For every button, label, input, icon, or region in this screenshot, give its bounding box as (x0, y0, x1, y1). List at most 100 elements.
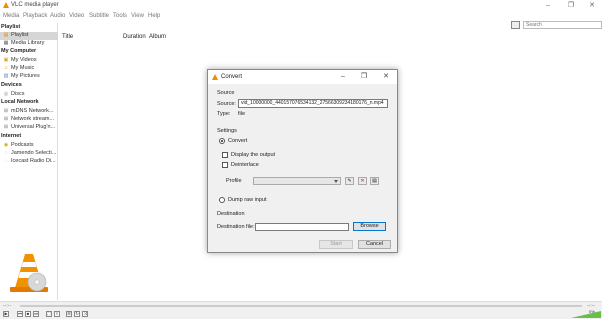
extended-settings-icon[interactable]: ≡ (54, 311, 60, 317)
loop-icon[interactable]: ↻ (74, 311, 80, 317)
menu-help[interactable]: Help (148, 13, 160, 19)
column-title[interactable]: Title (62, 34, 73, 40)
sidebar-item-my-pictures[interactable]: ▨ My Pictures (0, 73, 58, 81)
menu-audio[interactable]: Audio (50, 13, 65, 19)
source-field[interactable]: vid_10000000_440157076534132_27566309234… (238, 99, 388, 108)
next-icon[interactable]: ⏭ (33, 311, 39, 317)
search-input[interactable] (523, 21, 602, 29)
search-icon[interactable] (511, 21, 520, 29)
sidebar-item-discs[interactable]: ◎ Discs (0, 91, 58, 99)
start-button[interactable]: Start (319, 240, 353, 249)
convert-dialog: Convert – ❐ ✕ Source Source: vid_1000000… (207, 69, 398, 253)
new-profile-icon[interactable]: ▤ (370, 177, 379, 185)
fullscreen-icon[interactable]: ⛶ (46, 311, 52, 317)
sidebar-item-podcasts[interactable]: ◉ Podcasts (0, 142, 58, 150)
sidebar-item-label: Universal Plug'n... (11, 124, 56, 130)
sidebar-item-media-library[interactable]: ▦ Media Library (0, 40, 58, 48)
deinterlace-label: Deinterlace (231, 162, 259, 168)
sidebar-item-my-videos[interactable]: ▣ My Videos (0, 57, 58, 65)
sidebar-item-label: Podcasts (11, 142, 34, 148)
browse-button[interactable]: Browse (353, 222, 386, 231)
sidebar-item-label: My Videos (11, 57, 37, 63)
title-bar: VLC media player – ❐ ✕ (0, 0, 602, 11)
edit-profile-icon[interactable]: ✎ (345, 177, 354, 185)
convert-radio[interactable] (219, 138, 225, 144)
stop-icon[interactable]: ■ (25, 311, 31, 317)
dump-raw-radio[interactable] (219, 197, 225, 203)
sidebar-item-network-stream[interactable]: ⊞ Network stream... (0, 116, 58, 124)
sidebar-item-label: My Pictures (11, 73, 40, 79)
profile-label: Profile (226, 178, 242, 184)
settings-heading: Settings (217, 128, 237, 134)
vlc-cone-icon (212, 74, 218, 80)
window-title: VLC media player (11, 2, 59, 8)
seek-bar-area: --:-- --:-- (0, 301, 602, 309)
profile-select[interactable] (253, 177, 341, 185)
dump-raw-label: Dump raw input (228, 197, 267, 203)
vlc-cone-art (10, 254, 48, 292)
sidebar-heading-internet: Internet (1, 133, 22, 139)
convert-radio-label: Convert (228, 138, 248, 144)
volume-slider[interactable] (571, 311, 601, 318)
type-value: file (238, 111, 246, 117)
deinterlace-checkbox[interactable] (222, 162, 228, 168)
menu-tools[interactable]: Tools (113, 13, 127, 19)
sidebar-item-mdns[interactable]: ⊞ mDNS Network... (0, 108, 58, 116)
column-album[interactable]: Album (149, 34, 166, 40)
menu-subtitle[interactable]: Subtitle (89, 13, 109, 19)
chevron-down-icon (334, 180, 338, 183)
previous-icon[interactable]: ⏮ (17, 311, 23, 317)
seek-slider[interactable] (20, 305, 582, 307)
radio-icon: ◌ (4, 158, 8, 164)
minimize-button[interactable]: – (543, 1, 553, 10)
dialog-title: Convert (221, 74, 243, 80)
library-icon: ▦ (3, 40, 9, 46)
destination-heading: Destination (217, 211, 245, 217)
display-output-checkbox[interactable] (222, 152, 228, 158)
network-icon: ⊞ (3, 108, 9, 114)
podcast-icon: ◉ (3, 142, 9, 148)
sidebar-heading-my-computer: My Computer (1, 48, 37, 54)
column-duration[interactable]: Duration (123, 34, 146, 40)
display-output-label: Display the output (231, 152, 276, 158)
dialog-minimize-button[interactable]: – (338, 72, 348, 82)
dialog-close-button[interactable]: ✕ (381, 72, 391, 82)
sidebar-item-label: Network stream... (11, 116, 55, 122)
menu-media[interactable]: Media (3, 13, 19, 19)
shuffle-icon[interactable]: ⤨ (82, 311, 88, 317)
sidebar-item-label: mDNS Network... (11, 108, 54, 114)
sidebar-item-my-music[interactable]: ♫ My Music (0, 65, 58, 73)
music-icon: ♫ (4, 65, 8, 71)
volume-label: 0% (589, 309, 595, 314)
destination-input[interactable] (255, 223, 349, 231)
play-icon[interactable]: ▶ (3, 311, 9, 317)
maximize-button[interactable]: ❐ (566, 1, 576, 10)
radio-icon: ◌ (4, 150, 8, 156)
dialog-maximize-button[interactable]: ❐ (359, 72, 369, 82)
menu-view[interactable]: View (131, 13, 144, 19)
source-heading: Source (217, 90, 235, 96)
sidebar-item-label: Playlist (11, 32, 29, 38)
sidebar-item-playlist[interactable]: ▤ Playlist (0, 32, 58, 40)
dialog-title-bar: Convert – ❐ ✕ (208, 70, 397, 84)
sidebar-item-upnp[interactable]: ⊞ Universal Plug'n... (0, 124, 58, 132)
playlist-icon: ▤ (3, 32, 9, 38)
menu-video[interactable]: Video (69, 13, 84, 19)
menu-playback[interactable]: Playback (23, 13, 47, 19)
sidebar-item-icecast[interactable]: ◌ Icecast Radio Di... (0, 158, 58, 166)
close-button[interactable]: ✕ (587, 1, 597, 10)
delete-profile-icon[interactable]: ✕ (358, 177, 367, 185)
network-icon: ⊞ (3, 124, 9, 130)
network-icon: ⊞ (3, 116, 9, 122)
sidebar-heading-local-network: Local Network (1, 99, 39, 105)
disc-icon: ◎ (3, 91, 9, 97)
vlc-cone-icon (3, 2, 9, 8)
source-label: Source: (217, 101, 236, 107)
playlist-toggle-icon[interactable]: ☰ (66, 311, 72, 317)
destination-label: Destination file: (217, 224, 255, 230)
type-label: Type: (217, 111, 231, 117)
sidebar-item-jamendo[interactable]: ◌ Jamendo Selecti... (0, 150, 58, 158)
sidebar-item-label: My Music (11, 65, 35, 71)
cancel-button[interactable]: Cancel (358, 240, 391, 249)
sidebar-item-label: Discs (11, 91, 25, 97)
